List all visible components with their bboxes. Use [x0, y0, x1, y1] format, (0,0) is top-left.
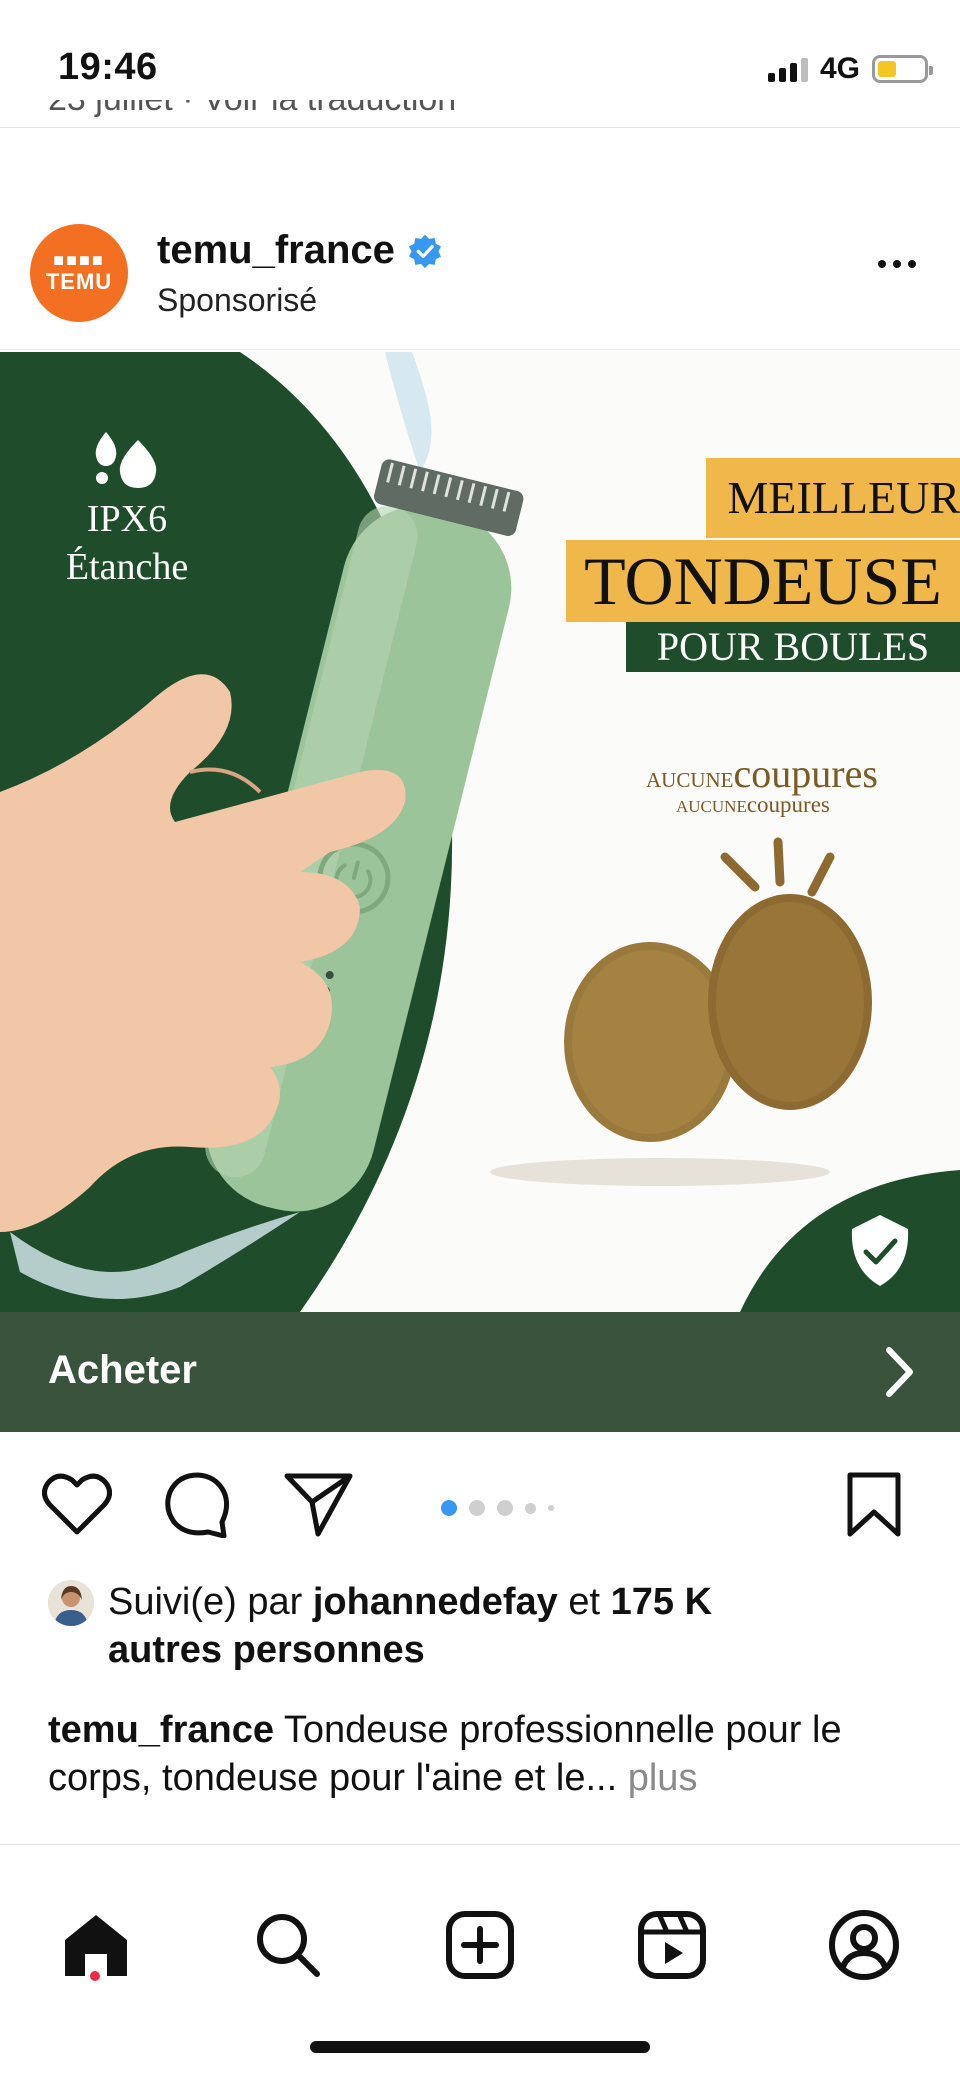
post-username[interactable]: temu_france [157, 228, 443, 273]
ad-ipx-line2: Étanche [65, 546, 189, 588]
post-header: ■■■■ TEMU temu_france Sponsorisé [0, 210, 960, 350]
send-icon[interactable] [284, 1472, 354, 1538]
post-username-text: temu_france [157, 228, 395, 272]
battery-icon [872, 55, 933, 83]
carousel-dot [497, 1500, 513, 1516]
signal-icon [767, 56, 808, 82]
kiwi-shadow [490, 1158, 830, 1186]
caption-more-link[interactable]: plus [617, 1757, 698, 1799]
carousel-dot [548, 1505, 554, 1511]
ad-ipx-line1: IPX6 [86, 498, 168, 540]
avatar-brand: TEMU [45, 269, 113, 294]
water-stream [385, 352, 432, 472]
ad-ipx-label: IPX6 Étanche [52, 495, 202, 591]
profile-icon[interactable] [826, 1907, 902, 1983]
carousel-dot [469, 1500, 485, 1516]
followed-by-text: Suivi(e) par johannedefay et 175 Kautres… [108, 1581, 713, 1671]
water-drops-icon [95, 432, 157, 488]
home-notification-dot [90, 1971, 100, 1981]
caption-username[interactable]: temu_france [48, 1709, 274, 1751]
follower-avatar [48, 1580, 94, 1626]
ad-tagline-big: coupures [733, 751, 878, 796]
carousel-indicator [441, 1500, 554, 1516]
verified-badge-icon [408, 234, 441, 268]
heart-icon[interactable] [42, 1472, 112, 1536]
more-horizontal-icon[interactable] [878, 260, 916, 268]
status-indicators: 4G [767, 52, 933, 86]
ad-headline-3: POUR BOULES [626, 622, 960, 672]
network-type: 4G [819, 52, 860, 85]
brand-logo-icons: ■■■■ [53, 250, 105, 270]
ad-headline-2: TONDEUSE [566, 540, 960, 622]
ad-tagline-2: AUCUNEcoupures [676, 792, 830, 818]
chevron-right-icon [886, 1347, 913, 1397]
create-post-icon[interactable] [442, 1907, 518, 1983]
follower-suffix: autres personnes [108, 1629, 425, 1671]
bottom-nav [0, 1844, 960, 2079]
buy-button[interactable]: Acheter [0, 1312, 960, 1432]
post-actions [0, 1432, 960, 1578]
follower-count: 175 K [610, 1581, 713, 1623]
avatar[interactable]: ■■■■ TEMU [30, 224, 128, 322]
reels-icon[interactable] [634, 1907, 710, 1983]
comment-icon[interactable] [164, 1472, 232, 1538]
previous-post-cutoff-text: 23 juillet · Voir la traduction [48, 100, 456, 134]
carousel-dot [525, 1502, 536, 1514]
follower-username[interactable]: johannedefay [313, 1581, 558, 1623]
ad-headline-1: MEILLEUR [706, 458, 960, 538]
sparkle-lines [720, 837, 835, 897]
search-icon[interactable] [250, 1907, 326, 1983]
followed-by[interactable]: Suivi(e) par johannedefay et 175 Kautres… [48, 1578, 928, 1674]
bookmark-icon[interactable] [846, 1472, 902, 1538]
sponsored-label: Sponsorisé [157, 282, 318, 318]
carousel-dot-active [441, 1500, 457, 1516]
home-indicator[interactable] [310, 2041, 650, 2053]
post-caption: temu_france Tondeuse professionnelle pou… [48, 1706, 928, 1802]
ad-tagline-1: AUCUNEcoupures [646, 750, 878, 797]
battery-level [878, 61, 896, 77]
status-time: 19:46 [58, 46, 158, 88]
buy-button-label: Acheter [48, 1348, 197, 1392]
ad-tagline2-big: coupures [746, 792, 830, 817]
ad-tagline-small: AUCUNE [646, 768, 734, 792]
ad-tagline2-small: AUCUNE [676, 797, 747, 816]
corner-backdrop [740, 1170, 960, 1312]
